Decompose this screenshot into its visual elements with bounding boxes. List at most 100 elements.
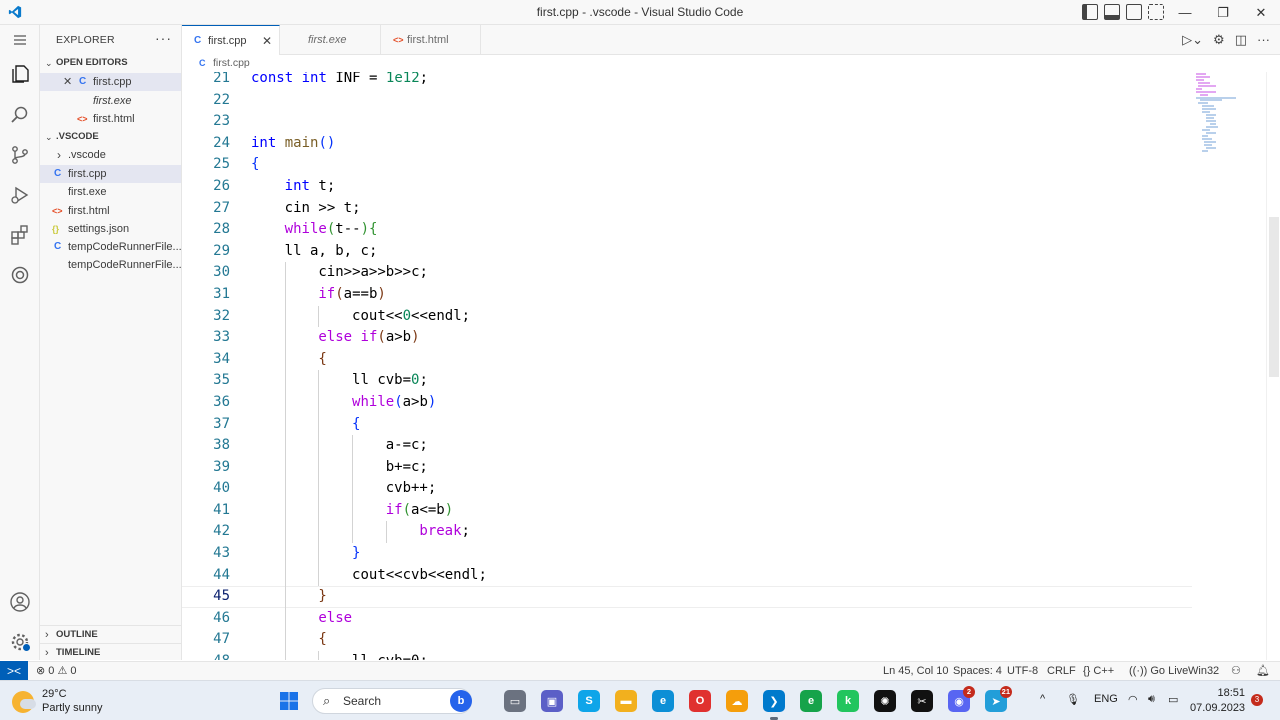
code-editor[interactable]: 21 const int INF = 1e12; 22 23 24 int main() 2… — [182, 72, 1280, 660]
toggle-primary-sidebar-icon[interactable] — [1082, 4, 1098, 20]
open-editor-item[interactable]: first.exe — [40, 92, 181, 110]
task-view-icon[interactable]: ▭ — [504, 690, 526, 712]
chrome-profile-k-icon[interactable]: k — [837, 690, 859, 712]
toggle-secondary-sidebar-icon[interactable] — [1126, 4, 1142, 20]
vertical-scrollbar[interactable] — [1266, 72, 1280, 660]
file-item[interactable]: tempCodeRunnerFile.... — [40, 256, 181, 274]
code-line[interactable]: 40 cvb++; — [182, 478, 1192, 500]
code-line[interactable]: 26 int t; — [182, 176, 1192, 198]
code-line[interactable]: 34 { — [182, 348, 1192, 371]
tray-chevron-up-icon[interactable]: ^ — [1040, 693, 1045, 705]
code-line[interactable]: 48 ll cvb=0; — [182, 651, 1192, 660]
feedback-icon[interactable]: ⚇ — [1231, 662, 1241, 680]
code-line[interactable]: 31 if(a==b) — [182, 283, 1192, 306]
code-line[interactable]: 46 else — [182, 607, 1192, 630]
code-line[interactable]: 23 — [182, 111, 1192, 133]
code-line[interactable]: 35 ll cvb=0; — [182, 370, 1192, 392]
manage-gear-icon[interactable] — [8, 630, 32, 654]
go-live-button[interactable]: ((·)) Go Live — [1129, 662, 1188, 680]
tab-first-exe[interactable]: first.exe — [280, 25, 381, 55]
bing-icon[interactable]: b — [450, 690, 472, 712]
encoding[interactable]: UTF-8 — [1007, 662, 1038, 680]
code-line[interactable]: 45} — [182, 586, 1192, 608]
telegram-icon[interactable]: ➤ 21 — [985, 686, 1012, 712]
problems-indicator[interactable]: ⊗ 0 ⚠ 0 — [36, 662, 76, 680]
code-line[interactable]: 37 { — [182, 413, 1192, 436]
source-control-icon[interactable] — [8, 143, 32, 167]
folder-item[interactable]: › .vscode — [40, 146, 181, 164]
file-explorer-icon[interactable]: ▬ — [615, 690, 637, 712]
language-mode[interactable]: {} C++ — [1083, 662, 1114, 680]
teams-icon[interactable]: ▣ — [541, 690, 563, 712]
settings-gear-icon[interactable]: ⚙ — [1213, 32, 1225, 48]
code-line[interactable]: 22 — [182, 90, 1192, 112]
file-item[interactable]: C tempCodeRunnerFile.... — [40, 238, 181, 256]
notification-count-badge[interactable]: 3 — [1251, 694, 1263, 706]
toggle-panel-icon[interactable] — [1104, 4, 1120, 20]
code-line[interactable]: 38 a-=c; — [182, 435, 1192, 457]
skype-icon[interactable]: S — [578, 690, 600, 712]
customize-layout-icon[interactable] — [1148, 4, 1164, 20]
keyboard-language[interactable]: ENG — [1094, 693, 1118, 705]
file-item[interactable]: first.exe — [40, 183, 181, 201]
explorer-icon[interactable] — [8, 62, 32, 86]
close-tab-icon[interactable]: ✕ — [262, 26, 272, 56]
line-ending[interactable]: CRLF — [1047, 662, 1076, 680]
code-line[interactable]: 32 cout<<0<<endl; — [182, 305, 1192, 328]
capcut-icon[interactable]: ✂ — [911, 690, 933, 712]
extensions-icon[interactable] — [8, 223, 32, 247]
minimap[interactable] — [1194, 72, 1254, 162]
cursor-position[interactable]: Ln 45, Col 10 — [883, 662, 948, 680]
code-line[interactable]: 47 { — [182, 629, 1192, 652]
split-editor-icon[interactable]: ◫ — [1235, 32, 1247, 48]
code-line[interactable]: 25 { — [182, 154, 1192, 176]
edge-icon[interactable]: e — [652, 690, 674, 712]
code-line[interactable]: 36 while(a>b) — [182, 391, 1192, 414]
code-line[interactable]: 24 int main() — [182, 133, 1192, 155]
maximize-button[interactable]: ❐ — [1204, 0, 1242, 25]
code-line[interactable]: 21 const int INF = 1e12; — [182, 72, 1192, 90]
run-debug-icon[interactable] — [8, 183, 32, 207]
file-item[interactable]: {} settings.json — [40, 220, 181, 238]
accounts-icon[interactable] — [8, 590, 32, 614]
close-editor-icon[interactable]: ✕ — [63, 73, 72, 91]
outline-section[interactable]: › OUTLINE — [40, 625, 181, 643]
chatgpt-taskbar-icon[interactable]: ✺ — [874, 690, 896, 712]
chrome-profile-e-icon[interactable]: e — [800, 690, 822, 712]
tab-first-html[interactable]: <> first.html — [381, 25, 481, 55]
weather-app-icon[interactable]: ☁ — [726, 690, 748, 712]
platform[interactable]: Win32 — [1188, 662, 1219, 680]
code-line[interactable]: 30 cin>>a>>b>>c; — [182, 262, 1192, 284]
code-line[interactable]: 42 break; — [182, 521, 1192, 544]
discord-icon[interactable]: ◉ 2 — [948, 686, 975, 712]
wifi-icon[interactable]: ◠ — [1128, 693, 1138, 706]
more-actions-icon[interactable]: ··· — [155, 30, 172, 46]
file-item[interactable]: C first.cpp — [40, 165, 181, 183]
code-line[interactable]: 39 b+=c; — [182, 456, 1192, 479]
microphone-icon[interactable]: 🎙︎ — [1066, 693, 1080, 706]
menu-icon[interactable] — [8, 28, 32, 52]
code-line[interactable]: 28 while(t--){ — [182, 219, 1192, 241]
notifications-bell-icon[interactable]: 🔔︎ — [1256, 662, 1270, 680]
search-icon[interactable] — [8, 103, 32, 127]
workspace-section[interactable]: ⌄ .VSCODE — [40, 128, 181, 146]
volume-icon[interactable]: 🔊︎ — [1148, 693, 1155, 706]
system-clock[interactable]: 18:51 07.09.2023 — [1190, 686, 1245, 716]
opera-icon[interactable]: O — [689, 690, 711, 712]
file-item[interactable]: <> first.html — [40, 202, 181, 220]
open-editor-item[interactable]: ✕ C first.cpp — [40, 73, 181, 91]
chatgpt-extension-icon[interactable] — [8, 263, 32, 287]
run-code-icon[interactable]: ▷⌄ — [1182, 32, 1203, 48]
battery-icon[interactable]: ▭ — [1168, 693, 1178, 706]
code-line[interactable]: 43} — [182, 543, 1192, 565]
minimize-button[interactable]: — — [1166, 0, 1204, 25]
timeline-section[interactable]: › TIMELINE — [40, 643, 181, 661]
code-line[interactable]: 41 if(a<=b) — [182, 499, 1192, 522]
breadcrumb-file[interactable]: first.cpp — [213, 55, 250, 72]
start-button[interactable] — [278, 690, 300, 712]
code-line[interactable]: 29 ll a, b, c; — [182, 241, 1192, 263]
code-line[interactable]: 44 cout<<cvb<<endl; — [182, 564, 1192, 587]
taskbar-search[interactable]: ⌕ Search b — [312, 688, 472, 714]
open-editor-item[interactable]: <> first.html — [40, 110, 181, 128]
open-editors-section[interactable]: ⌄ OPEN EDITORS — [40, 54, 181, 72]
